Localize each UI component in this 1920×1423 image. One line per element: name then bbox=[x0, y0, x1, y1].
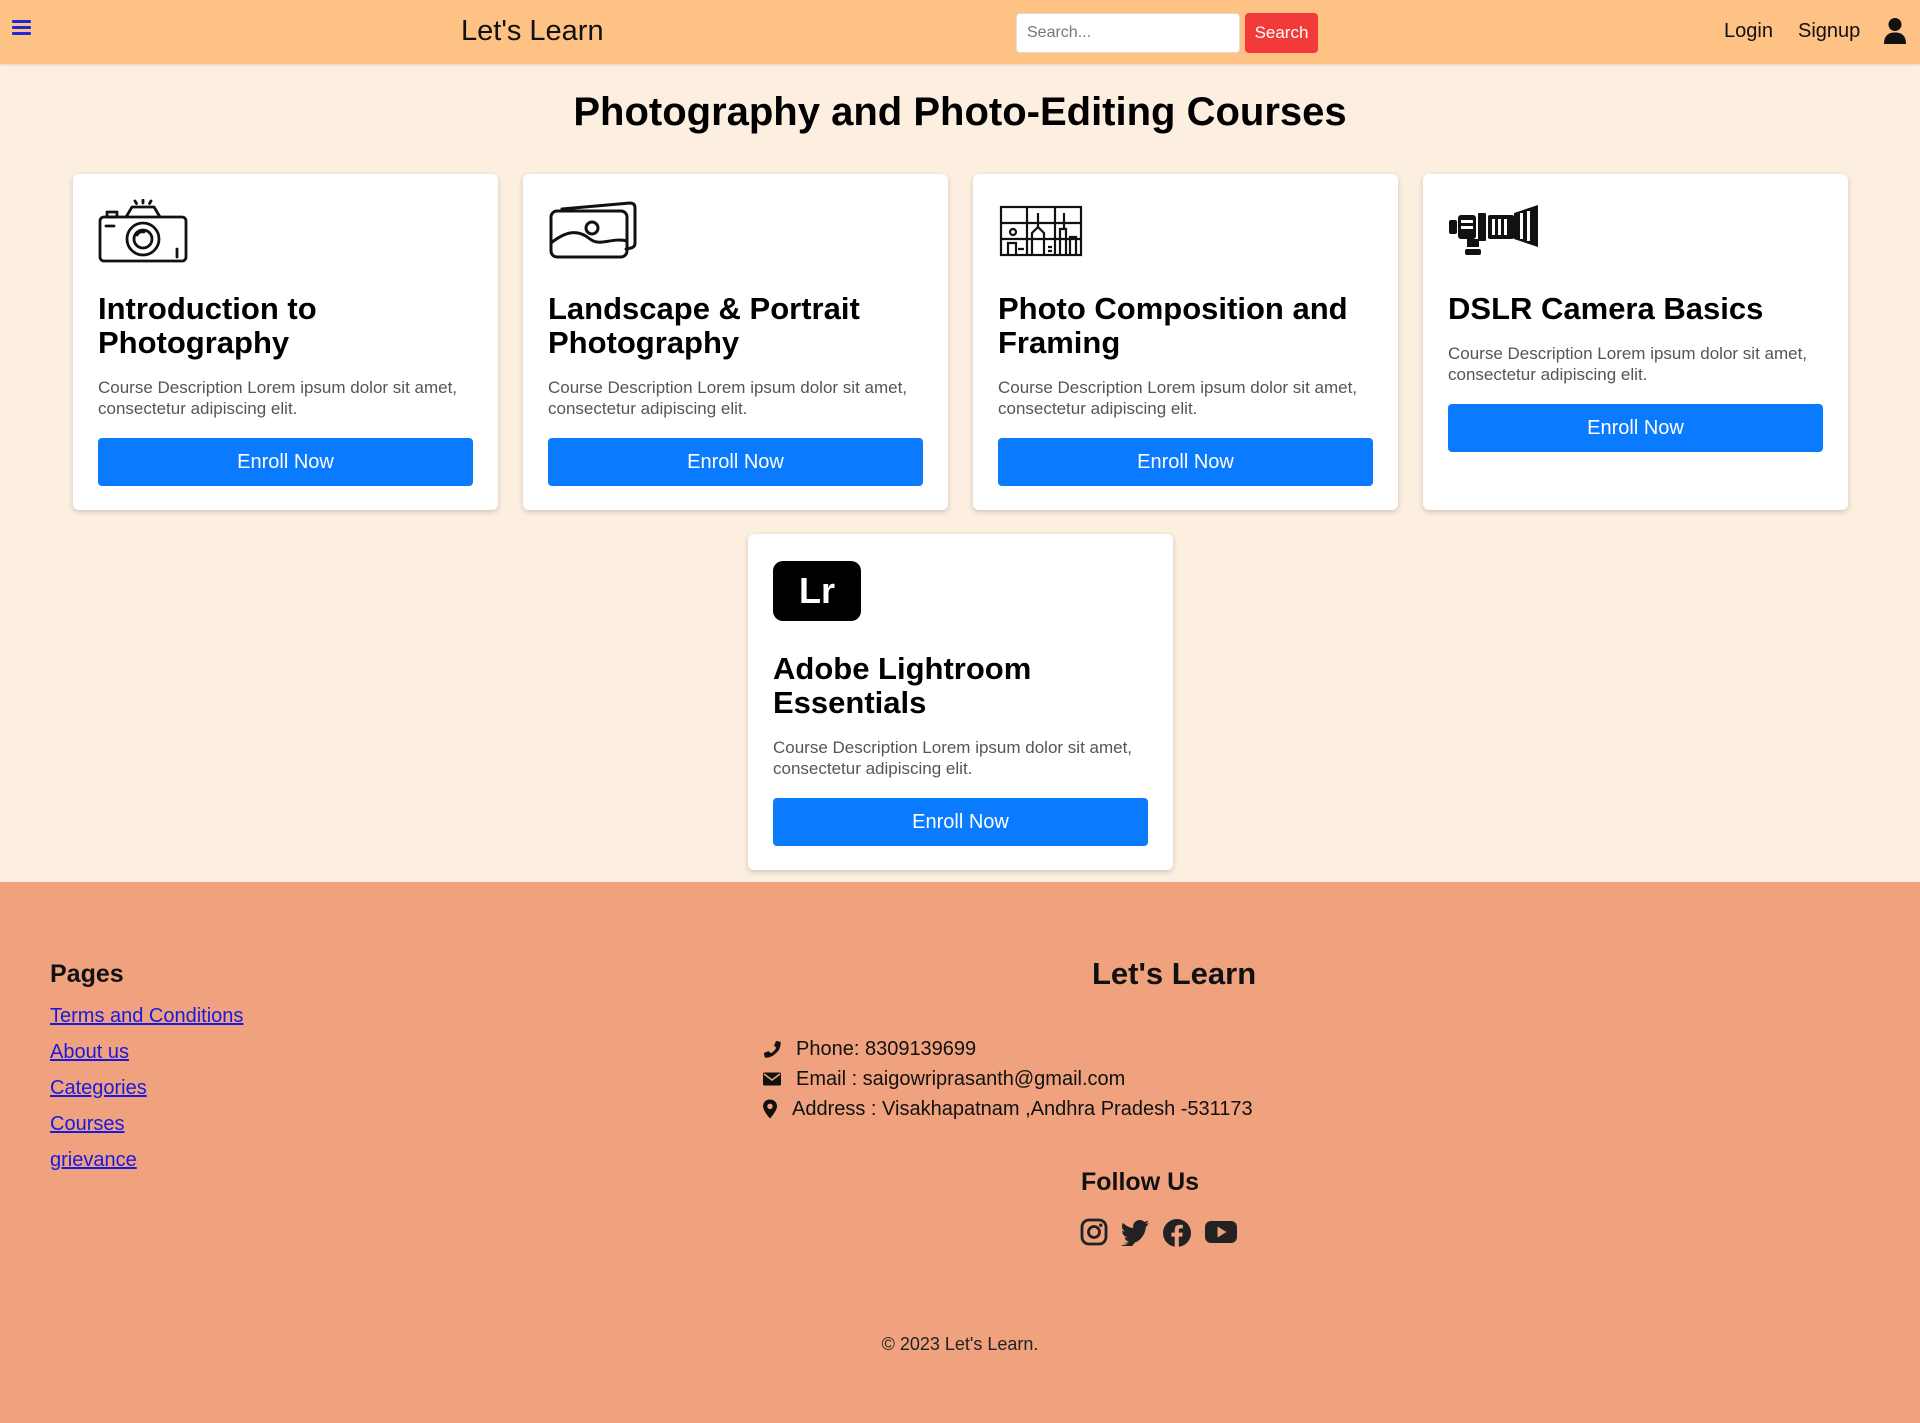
course-card: Photo Composition and Framing Course Des… bbox=[973, 174, 1398, 510]
photos-icon bbox=[549, 201, 637, 259]
enroll-button[interactable]: Enroll Now bbox=[548, 438, 923, 486]
enroll-button[interactable]: Enroll Now bbox=[998, 438, 1373, 486]
contact-address: Address : Visakhapatnam ,Andhra Pradesh … bbox=[762, 1094, 1253, 1124]
navbar: Let's Learn Search Login Signup bbox=[0, 0, 1920, 64]
course-title: Introduction to Photography bbox=[98, 291, 317, 360]
map-pin-icon bbox=[763, 1099, 777, 1119]
social-links bbox=[1080, 1218, 1238, 1248]
copyright: © 2023 Let's Learn. bbox=[881, 1334, 1039, 1354]
course-title: Adobe Lightroom Essentials bbox=[773, 651, 1032, 720]
course-description: Course Description Lorem ipsum dolor sit… bbox=[548, 378, 908, 418]
hamburger-menu-icon[interactable] bbox=[12, 20, 31, 40]
user-icon[interactable] bbox=[1883, 17, 1907, 45]
address-text: Address : Visakhapatnam ,Andhra Pradesh … bbox=[792, 1097, 1253, 1120]
course-description: Course Description Lorem ipsum dolor sit… bbox=[98, 378, 458, 418]
course-title: Photo Composition and Framing bbox=[998, 291, 1348, 360]
course-title: Landscape & Portrait Photography bbox=[548, 291, 860, 360]
categories-link[interactable]: Categories bbox=[50, 1077, 147, 1099]
youtube-icon[interactable] bbox=[1204, 1218, 1238, 1246]
search-input[interactable] bbox=[1016, 13, 1240, 53]
phone-icon bbox=[763, 1040, 781, 1058]
course-card: Lr Adobe Lightroom Essentials Course Des… bbox=[748, 534, 1173, 870]
course-card: DSLR Camera Basics Course Description Lo… bbox=[1423, 174, 1848, 510]
follow-title: Follow Us bbox=[1081, 1168, 1200, 1196]
footer-brand: Let's Learn bbox=[1092, 956, 1257, 991]
lightroom-icon: Lr bbox=[773, 561, 861, 621]
enroll-button[interactable]: Enroll Now bbox=[773, 798, 1148, 846]
contact-info: Phone: 8309139699 Email : saigowriprasan… bbox=[762, 1034, 1253, 1124]
contact-phone: Phone: 8309139699 bbox=[762, 1034, 1253, 1064]
courses-link[interactable]: Courses bbox=[50, 1113, 124, 1135]
enroll-button[interactable]: Enroll Now bbox=[1448, 404, 1823, 452]
envelope-icon bbox=[763, 1072, 781, 1086]
signup-link[interactable]: Signup bbox=[1798, 20, 1860, 43]
twitter-icon[interactable] bbox=[1120, 1218, 1150, 1246]
grievance-link[interactable]: grievance bbox=[50, 1149, 137, 1171]
phone-text: Phone: 8309139699 bbox=[796, 1037, 977, 1060]
enroll-button[interactable]: Enroll Now bbox=[98, 438, 473, 486]
pages-list: Terms and Conditions About us Categories… bbox=[50, 1005, 243, 1185]
navbar-brand[interactable]: Let's Learn bbox=[461, 15, 604, 48]
contact-email: Email : saigowriprasanth@gmail.com bbox=[762, 1064, 1253, 1094]
lightroom-icon-label: Lr bbox=[799, 570, 835, 611]
login-link[interactable]: Login bbox=[1724, 20, 1773, 43]
facebook-icon[interactable] bbox=[1162, 1218, 1192, 1248]
footer: Pages Terms and Conditions About us Cate… bbox=[0, 882, 1920, 1423]
email-text: Email : saigowriprasanth@gmail.com bbox=[796, 1067, 1126, 1090]
camera-icon bbox=[98, 199, 188, 263]
composition-grid-icon bbox=[999, 205, 1083, 257]
course-title: DSLR Camera Basics bbox=[1448, 291, 1764, 326]
instagram-icon[interactable] bbox=[1080, 1218, 1108, 1246]
course-description: Course Description Lorem ipsum dolor sit… bbox=[773, 738, 1133, 778]
page-title: Photography and Photo-Editing Courses bbox=[573, 90, 1347, 134]
course-card: Landscape & Portrait Photography Course … bbox=[523, 174, 948, 510]
video-camera-icon bbox=[1449, 205, 1538, 255]
course-description: Course Description Lorem ipsum dolor sit… bbox=[1448, 344, 1808, 384]
pages-title: Pages bbox=[50, 960, 124, 988]
terms-link[interactable]: Terms and Conditions bbox=[50, 1005, 243, 1027]
course-description: Course Description Lorem ipsum dolor sit… bbox=[998, 378, 1358, 418]
about-link[interactable]: About us bbox=[50, 1041, 129, 1063]
search-button[interactable]: Search bbox=[1245, 13, 1318, 53]
course-card: Introduction to Photography Course Descr… bbox=[73, 174, 498, 510]
